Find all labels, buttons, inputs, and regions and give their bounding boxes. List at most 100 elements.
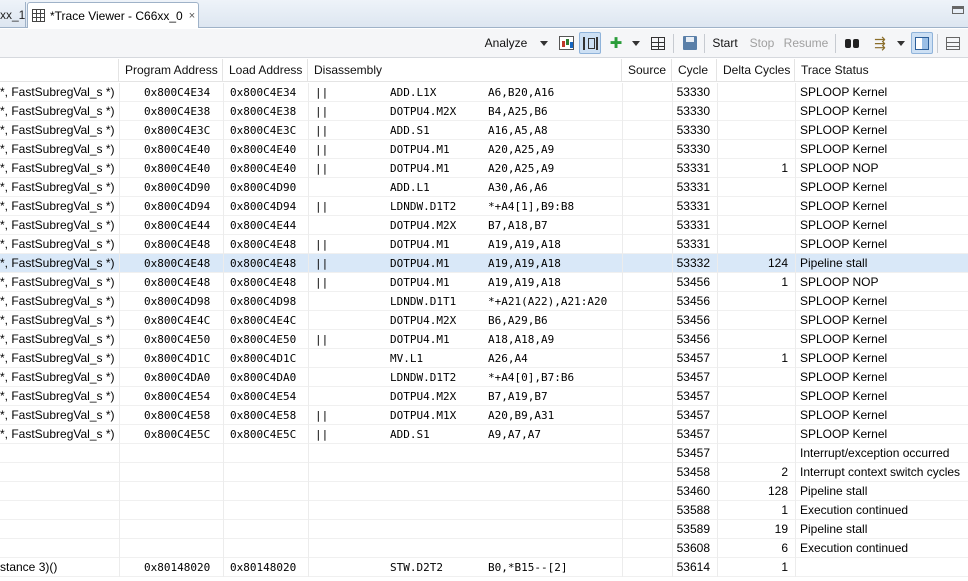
column-divider (119, 140, 120, 159)
column-divider (308, 330, 309, 349)
table-row[interactable]: 53589 19 Pipeline stall (0, 520, 968, 539)
column-divider (223, 520, 224, 539)
table-row[interactable]: *, FastSubregVal_s *) 0x800C4D90 0x800C4D9… (0, 178, 968, 197)
column-divider (119, 520, 120, 539)
cell-cycle: 53458 (676, 465, 710, 479)
close-icon[interactable]: × (189, 10, 195, 22)
start-button[interactable]: Start (709, 32, 741, 54)
column-layout-button[interactable] (579, 32, 601, 54)
cell-trace-status: Pipeline stall (800, 256, 868, 270)
column-divider (622, 558, 623, 577)
analyze-menu-button[interactable]: Analyze (482, 32, 530, 54)
column-divider (672, 311, 673, 330)
tab-trace-viewer[interactable]: *Trace Viewer - C66xx_0 × (27, 2, 199, 28)
cell-function (0, 463, 116, 482)
table-row[interactable]: 53460 128 Pipeline stall (0, 482, 968, 501)
view-menu-button[interactable] (942, 32, 964, 54)
column-divider (119, 406, 120, 425)
cell-program-address: 0x800C4E54 (144, 390, 211, 403)
resume-button[interactable]: Resume (783, 32, 829, 54)
cell-operands: A6,B20,A16 (488, 86, 555, 99)
column-divider (795, 121, 796, 140)
cell-operands: A19,A19,A18 (488, 276, 561, 289)
minimize-view-icon[interactable] (952, 6, 964, 14)
cell-parallel-marker (315, 501, 335, 520)
cell-program-address: 0x800C4D94 (144, 200, 211, 213)
table-row[interactable]: *, FastSubregVal_s *) 0x800C4D1C 0x800C4D1… (0, 349, 968, 368)
header-source[interactable]: Source (622, 59, 672, 82)
cell-operands: A19,A19,A18 (488, 257, 561, 270)
save-button[interactable] (679, 32, 701, 54)
table-row[interactable]: *, FastSubregVal_s *) 0x800C4E4C 0x800C4E4… (0, 311, 968, 330)
cell-cycle: 53457 (676, 427, 710, 441)
table-row[interactable]: 53608 6 Execution continued (0, 539, 968, 558)
table-settings-button[interactable] (647, 32, 669, 54)
cell-function: *, FastSubregVal_s *) (0, 123, 115, 137)
column-divider (308, 159, 309, 178)
column-divider (717, 83, 718, 102)
chart-view-button[interactable] (555, 32, 577, 54)
cell-opcode: DOTPU4.M1 (390, 162, 450, 175)
cell-parallel-marker: || (315, 333, 329, 346)
column-divider (223, 140, 224, 159)
header-delta-cycles[interactable]: Delta Cycles (717, 59, 795, 82)
table-row[interactable]: *, FastSubregVal_s *) 0x800C4E38 0x800C4E3… (0, 102, 968, 121)
cell-opcode: DOTPU4.M2X (390, 390, 457, 403)
filter-dropdown-arrow[interactable] (895, 32, 907, 54)
table-row[interactable]: *, FastSubregVal_s *) 0x800C4E48 0x800C4E4… (0, 273, 968, 292)
column-divider (717, 235, 718, 254)
stop-button[interactable]: Stop (748, 32, 776, 54)
table-row[interactable]: *, FastSubregVal_s *) 0x800C4D98 0x800C4D9… (0, 292, 968, 311)
table-row[interactable]: *, FastSubregVal_s *) 0x800C4D94 0x800C4D9… (0, 197, 968, 216)
table-row[interactable]: *, FastSubregVal_s *) 0x800C4E50 0x800C4E5… (0, 330, 968, 349)
filter-button[interactable]: ⇶ (869, 32, 891, 54)
panel-icon (915, 36, 929, 50)
header-load-address[interactable]: Load Address (223, 59, 308, 82)
table-row[interactable]: 53457 Interrupt/exception occurred (0, 444, 968, 463)
cell-operands: *+A21(A22),A21:A20 (488, 295, 608, 308)
menu-icon (946, 36, 960, 50)
toggle-panel-button[interactable] (911, 32, 933, 54)
table-row[interactable]: *, FastSubregVal_s *) 0x800C4E40 0x800C4E4… (0, 159, 968, 178)
cell-cycle: 53608 (676, 541, 710, 555)
analyze-dropdown-arrow[interactable] (538, 32, 550, 54)
table-row[interactable]: *, FastSubregVal_s *) 0x800C4E40 0x800C4E4… (0, 140, 968, 159)
column-divider (795, 463, 796, 482)
table-row[interactable]: 53588 1 Execution continued (0, 501, 968, 520)
cell-load-address: 0x800C4E40 (230, 143, 297, 156)
marker-dropdown-arrow[interactable] (629, 32, 643, 54)
column-divider (119, 463, 120, 482)
cell-load-address: 0x800C4D90 (230, 181, 297, 194)
table-row[interactable]: stance 3)() 0x80148020 0x80148020 STW.D2T2 B… (0, 558, 968, 577)
header-program-address[interactable]: Program Address (119, 59, 223, 82)
table-row[interactable]: *, FastSubregVal_s *) 0x800C4E54 0x800C4E5… (0, 387, 968, 406)
table-row[interactable]: *, FastSubregVal_s *) 0x800C4E48 0x800C4E4… (0, 254, 968, 273)
column-divider (795, 197, 796, 216)
header-disassembly[interactable]: Disassembly (308, 59, 622, 82)
table-row[interactable]: *, FastSubregVal_s *) 0x800C4E58 0x800C4E5… (0, 406, 968, 425)
tab-previous-editor[interactable]: xx_1 (0, 2, 26, 28)
table-row[interactable]: *, FastSubregVal_s *) 0x800C4E34 0x800C4E3… (0, 83, 968, 102)
cell-parallel-marker: || (315, 409, 329, 422)
find-button[interactable] (841, 32, 863, 54)
column-divider (795, 520, 796, 539)
header-function[interactable] (0, 59, 119, 82)
header-cycle[interactable]: Cycle (672, 59, 717, 82)
cell-parallel-marker (315, 178, 335, 197)
table-row[interactable]: 53458 2 Interrupt context switch cycles (0, 463, 968, 482)
table-row[interactable]: *, FastSubregVal_s *) 0x800C4E44 0x800C4E4… (0, 216, 968, 235)
cell-delta-cycles (720, 311, 788, 330)
table-row[interactable]: *, FastSubregVal_s *) 0x800C4E3C 0x800C4E3… (0, 121, 968, 140)
column-divider (223, 292, 224, 311)
add-marker-button[interactable]: ✚ (605, 32, 627, 54)
table-row[interactable]: *, FastSubregVal_s *) 0x800C4E48 0x800C4E4… (0, 235, 968, 254)
cell-load-address: 0x800C4D94 (230, 200, 297, 213)
table-row[interactable]: *, FastSubregVal_s *) 0x800C4DA0 0x800C4DA… (0, 368, 968, 387)
column-divider (308, 463, 309, 482)
cell-delta-cycles: 1 (781, 503, 788, 517)
cell-function: stance 3)() (0, 560, 58, 574)
cell-parallel-marker: || (315, 257, 329, 270)
table-row[interactable]: *, FastSubregVal_s *) 0x800C4E5C 0x800C4E5… (0, 425, 968, 444)
header-trace-status[interactable]: Trace Status (795, 59, 968, 82)
column-divider (795, 292, 796, 311)
